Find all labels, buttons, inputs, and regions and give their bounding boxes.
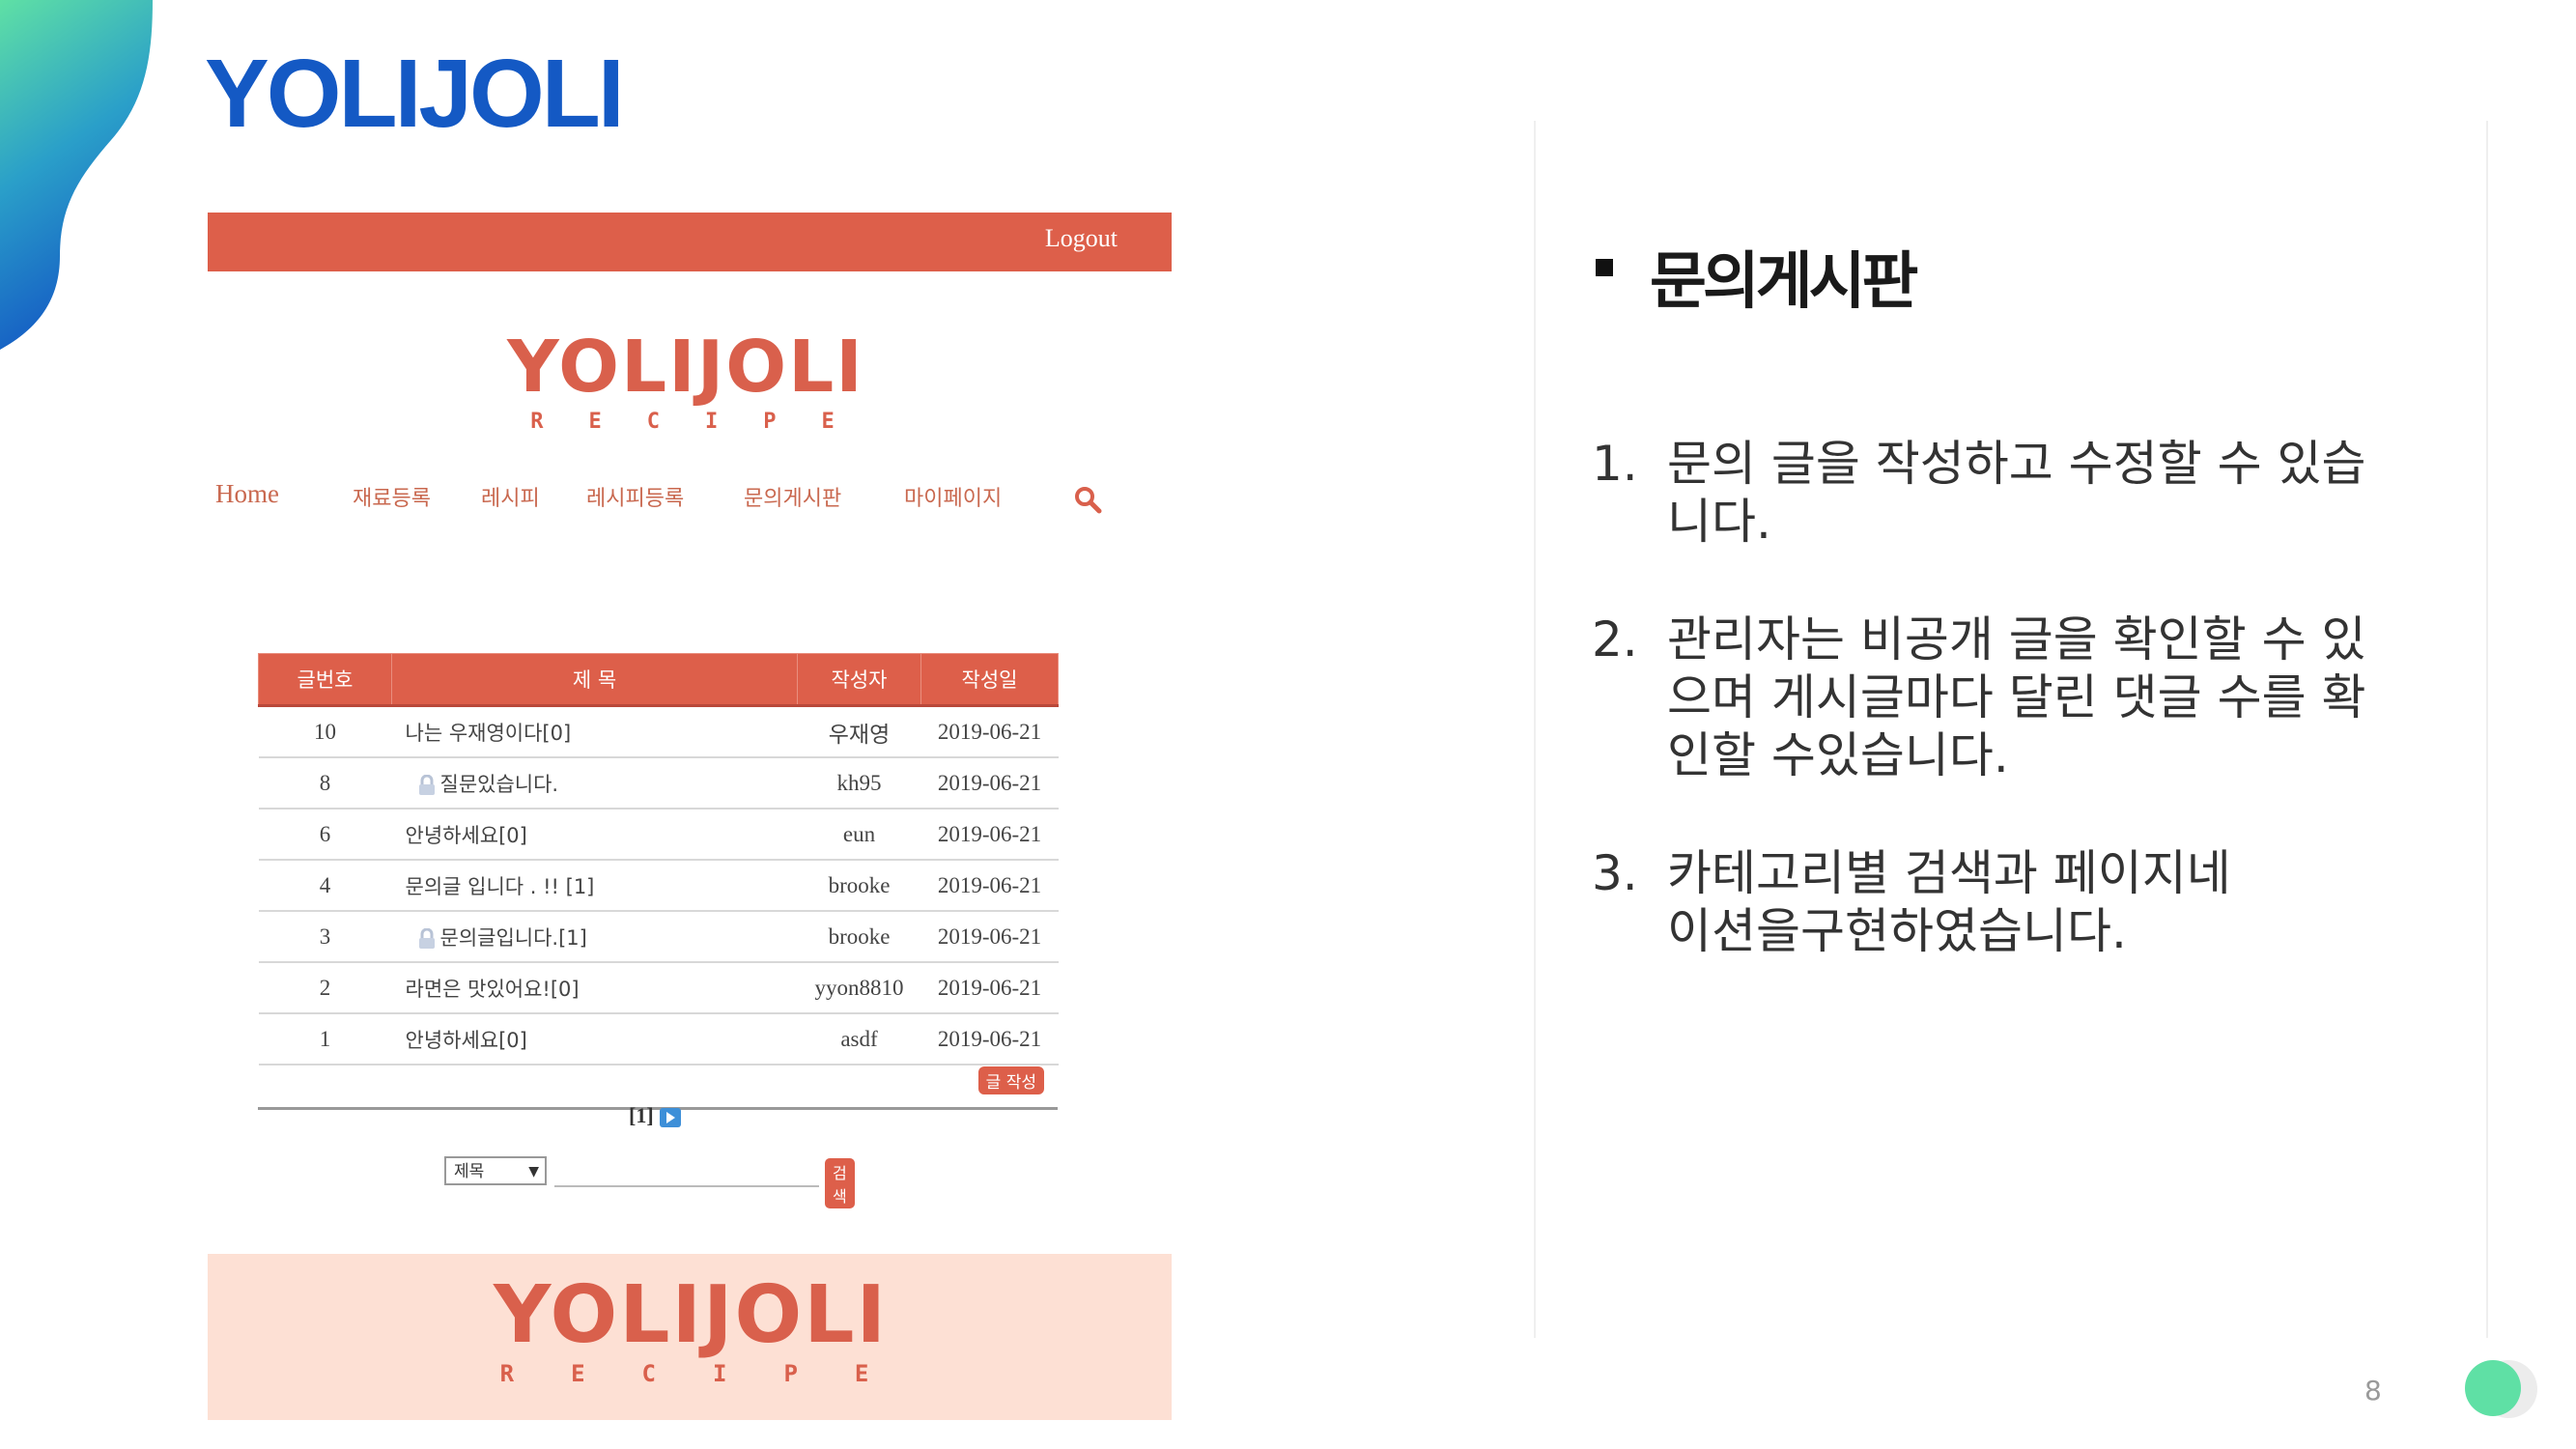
row-number: 3 xyxy=(258,911,392,963)
corner-decoration xyxy=(0,0,153,350)
row-author: yyon8810 xyxy=(797,962,921,1014)
section-heading: 문의게시판 xyxy=(1650,246,1918,318)
row-title-link[interactable]: 안녕하세요[0] xyxy=(391,809,798,861)
item-line: 니다. xyxy=(1667,494,1771,550)
feature-list: 1. 문의 글을 작성하고 수정할 수 있습 니다. 2. 관리자는 비공개 글… xyxy=(1592,435,2413,1020)
item-number: 3. xyxy=(1592,845,1638,901)
nav-home[interactable]: Home xyxy=(215,479,279,509)
site-logo[interactable]: YOLIJOLI RECIPE xyxy=(473,328,898,434)
item-line: 이션을구현하였습니다. xyxy=(1667,903,2127,959)
header-title: 제 목 xyxy=(391,653,798,707)
row-author: brooke xyxy=(797,911,921,963)
nav-mypage[interactable]: 마이페이지 xyxy=(904,481,1002,512)
table-row[interactable]: 8 질문있습니다. kh95 2019-06-21 xyxy=(258,757,1059,810)
row-author: brooke xyxy=(797,860,921,912)
search-category-select[interactable]: 제목 ▼ xyxy=(444,1156,547,1185)
search-input[interactable] xyxy=(554,1158,819,1187)
row-number: 2 xyxy=(258,962,392,1014)
lock-icon xyxy=(418,927,435,949)
row-number: 1 xyxy=(258,1013,392,1065)
row-title-link[interactable]: 문의글입니다.[1] xyxy=(440,926,587,950)
row-title-cell[interactable]: 질문있습니다. xyxy=(391,757,798,810)
row-date: 2019-06-21 xyxy=(920,1013,1059,1065)
table-row[interactable]: 4 문의글 입니다 . !! [1] brooke 2019-06-21 xyxy=(258,860,1059,912)
table-row[interactable]: 10 나는 우재영이다[0] 우재영 2019-06-21 xyxy=(258,705,1059,758)
slide-title: YOLIJOLI xyxy=(205,40,625,148)
logo-word: YOLIJOLI xyxy=(494,1269,888,1361)
row-title-link[interactable]: 라면은 맛있어요![0] xyxy=(391,962,798,1014)
website-screenshot: Logout YOLIJOLI RECIPE Home 재료등록 레시피 레시피… xyxy=(208,213,1172,1420)
row-date: 2019-06-21 xyxy=(920,757,1059,810)
row-author: asdf xyxy=(797,1013,921,1065)
logo-word: YOLIJOLI xyxy=(507,326,864,409)
nav-recipe[interactable]: 레시피 xyxy=(481,481,540,512)
row-number: 4 xyxy=(258,860,392,912)
table-header-row: 글번호 제 목 작성자 작성일 xyxy=(258,653,1059,707)
row-number: 6 xyxy=(258,809,392,861)
table-row[interactable]: 1 안녕하세요[0] asdf 2019-06-21 xyxy=(258,1013,1059,1065)
page-link[interactable]: [1] xyxy=(629,1103,654,1127)
decorative-dot xyxy=(2465,1360,2521,1416)
logout-link[interactable]: Logout xyxy=(1045,224,1118,253)
table-row[interactable]: 3 문의글입니다.[1] brooke 2019-06-21 xyxy=(258,911,1059,963)
header-date: 작성일 xyxy=(920,653,1059,707)
header-author: 작성자 xyxy=(797,653,921,707)
table-row[interactable]: 6 안녕하세요[0] eun 2019-06-21 xyxy=(258,809,1059,861)
list-item: 2. 관리자는 비공개 글을 확인할 수 있 으며 게시글마다 달린 댓글 수를… xyxy=(1592,611,2413,784)
row-date: 2019-06-21 xyxy=(920,705,1059,758)
item-line: 문의 글을 작성하고 수정할 수 있습 xyxy=(1667,436,2366,492)
search-button[interactable]: 검색 xyxy=(825,1158,855,1208)
row-date: 2019-06-21 xyxy=(920,911,1059,963)
row-date: 2019-06-21 xyxy=(920,809,1059,861)
top-bar: Logout xyxy=(208,213,1172,271)
row-title-link[interactable]: 질문있습니다. xyxy=(440,773,559,796)
row-title-link[interactable]: 나는 우재영이다[0] xyxy=(391,705,798,758)
list-item: 3. 카테고리별 검색과 페이지네 이션을구현하였습니다. xyxy=(1592,844,2413,960)
page-number: 8 xyxy=(2364,1375,2382,1406)
nav-recipe-register[interactable]: 레시피등록 xyxy=(586,481,684,512)
qna-table: 글번호 제 목 작성자 작성일 10 나는 우재영이다[0] 우재영 2019-… xyxy=(258,653,1059,1065)
row-date: 2019-06-21 xyxy=(920,860,1059,912)
row-author: kh95 xyxy=(797,757,921,810)
logo-subtitle: RECIPE xyxy=(530,410,880,434)
column-divider xyxy=(1534,121,1536,1338)
logo-subtitle: RECIPE xyxy=(499,1360,926,1387)
search-icon[interactable] xyxy=(1073,485,1102,514)
item-number: 1. xyxy=(1592,436,1638,492)
search-category-value: 제목 xyxy=(454,1162,485,1181)
row-number: 8 xyxy=(258,757,392,810)
bullet-icon xyxy=(1596,259,1613,276)
next-page-icon[interactable] xyxy=(659,1107,681,1127)
row-author: 우재영 xyxy=(797,705,921,758)
chevron-down-icon: ▼ xyxy=(528,1164,539,1179)
item-line: 으며 게시글마다 달린 댓글 수를 확 xyxy=(1667,669,2366,725)
row-title-cell[interactable]: 문의글입니다.[1] xyxy=(391,911,798,963)
table-row[interactable]: 2 라면은 맛있어요![0] yyon8810 2019-06-21 xyxy=(258,962,1059,1014)
header-number: 글번호 xyxy=(258,653,392,707)
nav-qna-board[interactable]: 문의게시판 xyxy=(744,481,841,512)
pagination: [1] xyxy=(629,1103,681,1128)
item-line: 관리자는 비공개 글을 확인할 수 있 xyxy=(1667,611,2366,668)
write-post-button[interactable]: 글 작성 xyxy=(977,1066,1044,1094)
nav-ingredients[interactable]: 재료등록 xyxy=(353,481,431,512)
list-item: 1. 문의 글을 작성하고 수정할 수 있습 니다. xyxy=(1592,435,2413,551)
column-divider xyxy=(2486,121,2488,1338)
item-line: 인할 수있습니다. xyxy=(1667,727,2009,783)
item-number: 2. xyxy=(1592,611,1638,668)
row-number: 10 xyxy=(258,705,392,758)
footer-logo: YOLIJOLI RECIPE xyxy=(449,1269,932,1388)
row-date: 2019-06-21 xyxy=(920,962,1059,1014)
lock-icon xyxy=(418,774,435,795)
item-line: 카테고리별 검색과 페이지네 xyxy=(1667,845,2231,901)
row-title-link[interactable]: 안녕하세요[0] xyxy=(391,1013,798,1065)
row-title-link[interactable]: 문의글 입니다 . !! [1] xyxy=(391,860,798,912)
row-author: eun xyxy=(797,809,921,861)
